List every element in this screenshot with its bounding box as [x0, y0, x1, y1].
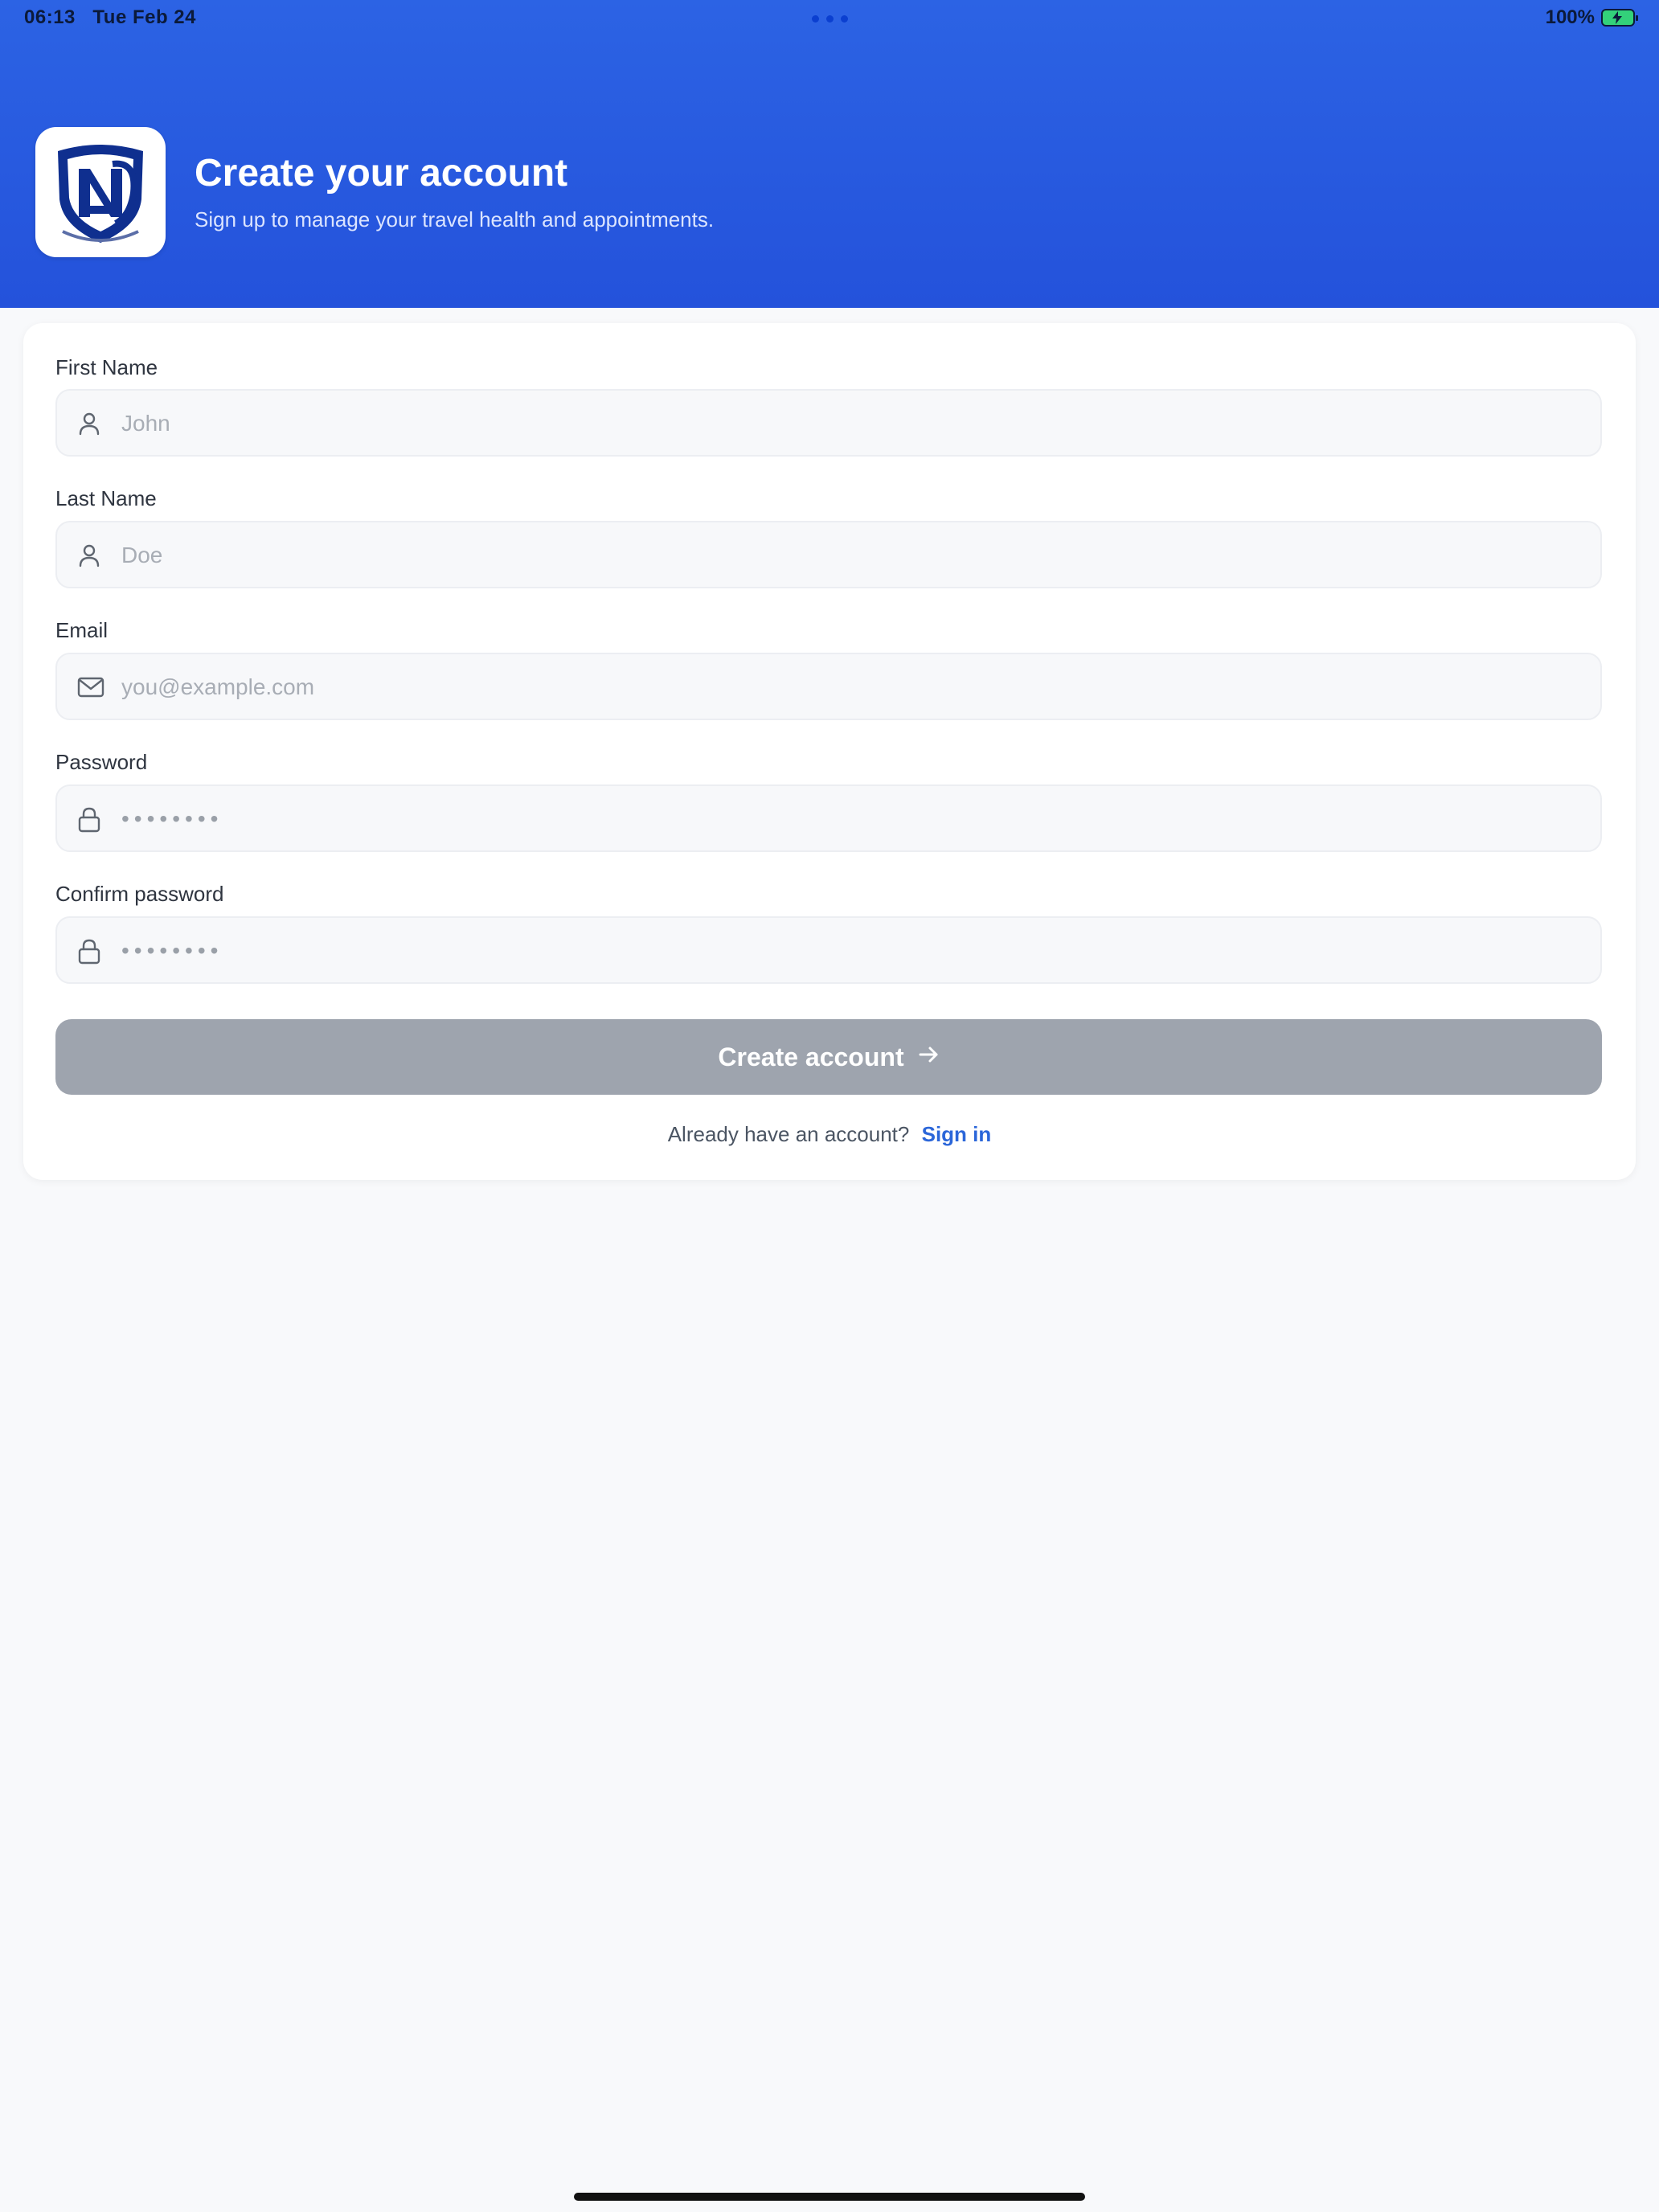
mail-icon: [76, 674, 105, 704]
signin-prompt: Already have an account?: [667, 1122, 910, 1146]
multitasking-dots-icon[interactable]: [812, 15, 848, 23]
person-icon: [76, 543, 102, 572]
status-time-date: 06:13 Tue Feb 24: [24, 6, 196, 29]
signin-row: Already have an account? Sign in: [0, 1122, 1659, 1147]
last-name-input[interactable]: [120, 522, 1586, 588]
home-indicator[interactable]: [574, 2193, 1085, 2201]
battery-icon: [1601, 9, 1638, 27]
password-input[interactable]: [120, 786, 1586, 852]
page-subtitle: Sign up to manage your travel health and…: [195, 207, 715, 231]
signin-link[interactable]: Sign in: [922, 1122, 992, 1146]
header-banner: 06:13 Tue Feb 24 100% Create your accoun…: [0, 0, 1659, 308]
password-field[interactable]: [55, 784, 1602, 852]
confirm-password-label: Confirm password: [55, 882, 224, 906]
person-icon: [76, 411, 102, 440]
first-name-field[interactable]: [55, 389, 1602, 457]
page-title: Create your account: [195, 152, 568, 195]
confirm-password-input[interactable]: [120, 918, 1586, 984]
create-account-button[interactable]: Create account: [55, 1019, 1602, 1095]
status-bar: 06:13 Tue Feb 24 100%: [0, 0, 1659, 35]
status-date: Tue Feb 24: [92, 6, 196, 28]
email-label: Email: [55, 618, 109, 642]
create-account-label: Create account: [718, 1042, 904, 1071]
arrow-right-icon: [917, 1043, 940, 1072]
battery-status: 100%: [1545, 6, 1638, 29]
last-name-field[interactable]: [55, 521, 1602, 588]
email-input[interactable]: [120, 654, 1586, 720]
battery-percent: 100%: [1545, 6, 1595, 28]
confirm-password-field[interactable]: [55, 916, 1602, 984]
email-field[interactable]: [55, 653, 1602, 720]
lock-icon: [76, 806, 102, 838]
password-label: Password: [55, 750, 148, 774]
app-logo: [35, 127, 166, 257]
last-name-label: Last Name: [55, 486, 157, 510]
first-name-input[interactable]: [120, 391, 1586, 457]
lock-icon: [76, 938, 102, 969]
first-name-label: First Name: [55, 355, 158, 379]
status-time: 06:13: [24, 6, 76, 28]
